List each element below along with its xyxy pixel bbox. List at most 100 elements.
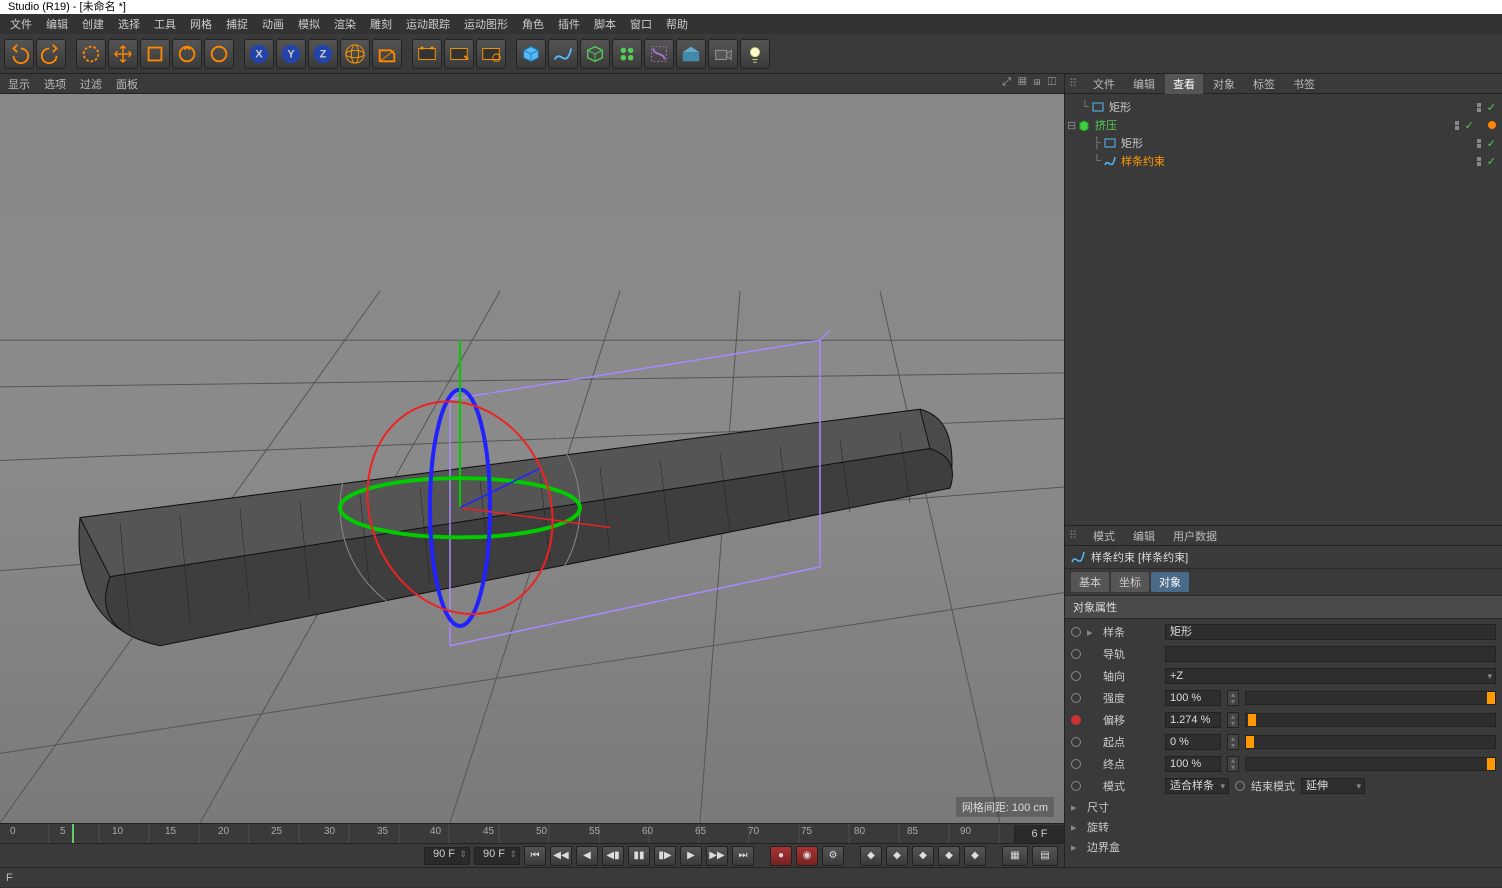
tree-row-rectangle-1[interactable]: └ 矩形 ✓: [1067, 98, 1500, 116]
move-tool-icon[interactable]: [108, 39, 138, 69]
axis-z-icon[interactable]: Z: [308, 39, 338, 69]
key-pla-icon[interactable]: ◆: [964, 846, 986, 866]
scale-tool-icon[interactable]: [140, 39, 170, 69]
tree-label[interactable]: 矩形: [1109, 99, 1131, 115]
keyframe-dot[interactable]: [1071, 781, 1081, 791]
camera-icon[interactable]: [708, 39, 738, 69]
key-rot-icon[interactable]: ◆: [912, 846, 934, 866]
coordinate-system-icon[interactable]: [340, 39, 370, 69]
panel-grip-icon[interactable]: ⠿: [1069, 77, 1083, 90]
keyframe-dot[interactable]: [1071, 671, 1081, 681]
menu-plugins[interactable]: 插件: [552, 16, 586, 32]
menu-sculpt[interactable]: 雕刻: [364, 16, 398, 32]
visibility-toggle[interactable]: [1477, 139, 1483, 148]
tree-row-spline-wrap[interactable]: └ 样条约束 ✓: [1067, 152, 1500, 170]
attr-tab-mode[interactable]: 模式: [1085, 526, 1123, 546]
strength-input[interactable]: 100 %: [1165, 690, 1221, 706]
light-icon[interactable]: [740, 39, 770, 69]
panel-grip-icon[interactable]: ⠿: [1069, 529, 1083, 542]
menu-select[interactable]: 选择: [112, 16, 146, 32]
tag-icon[interactable]: [1488, 121, 1496, 129]
subtab-basic[interactable]: 基本: [1071, 572, 1109, 592]
environment-icon[interactable]: [676, 39, 706, 69]
end-input[interactable]: 100 %: [1165, 756, 1221, 772]
deformer-icon[interactable]: [644, 39, 674, 69]
keyframe-dot-animated[interactable]: [1071, 715, 1081, 725]
start-input[interactable]: 0 %: [1165, 734, 1221, 750]
menu-simulate[interactable]: 模拟: [292, 16, 326, 32]
next-key-icon[interactable]: ▶▶: [706, 846, 728, 866]
axis-y-icon[interactable]: Y: [276, 39, 306, 69]
vp-menu-filter[interactable]: 过滤: [80, 76, 102, 92]
keyframe-options-icon[interactable]: ⚙: [822, 846, 844, 866]
axis-mode-icon[interactable]: [372, 39, 402, 69]
tree-label[interactable]: 样条约束: [1121, 153, 1165, 169]
next-frame-icon[interactable]: ▶: [680, 846, 702, 866]
endmode-dropdown[interactable]: 延伸: [1301, 778, 1365, 794]
attr-tab-userdata[interactable]: 用户数据: [1165, 526, 1225, 546]
spline-primitive-icon[interactable]: [548, 39, 578, 69]
goto-start-icon[interactable]: ⏮: [524, 846, 546, 866]
fold-size[interactable]: ▸尺寸: [1065, 797, 1502, 817]
rotate-tool-icon[interactable]: [172, 39, 202, 69]
strength-slider[interactable]: [1245, 691, 1496, 705]
timeline-ruler[interactable]: 0 5 10 15 20 25 30 35 40 45 50 55 60 65 …: [0, 823, 1064, 843]
enable-toggle[interactable]: ✓: [1465, 119, 1474, 132]
prev-key-icon[interactable]: ◀◀: [550, 846, 572, 866]
live-select-icon[interactable]: [76, 39, 106, 69]
spinner[interactable]: ▴▾: [1227, 690, 1239, 706]
playhead[interactable]: [72, 824, 74, 843]
render-picture-viewer-icon[interactable]: [444, 39, 474, 69]
keyframe-dot[interactable]: [1071, 649, 1081, 659]
spline-link-field[interactable]: 矩形: [1165, 624, 1496, 640]
spinner[interactable]: ▴▾: [1227, 712, 1239, 728]
axis-x-icon[interactable]: X: [244, 39, 274, 69]
menu-file[interactable]: 文件: [4, 16, 38, 32]
menu-mograph[interactable]: 运动图形: [458, 16, 514, 32]
tree-row-extrude[interactable]: ⊟ 挤压 ✓: [1067, 116, 1500, 134]
render-view-icon[interactable]: [412, 39, 442, 69]
subtab-coord[interactable]: 坐标: [1111, 572, 1149, 592]
cube-primitive-icon[interactable]: [516, 39, 546, 69]
om-tab-view[interactable]: 查看: [1165, 74, 1203, 94]
render-settings-icon[interactable]: [476, 39, 506, 69]
autokey-icon[interactable]: ◉: [796, 846, 818, 866]
offset-input[interactable]: 1.274 %: [1165, 712, 1221, 728]
om-tab-edit[interactable]: 编辑: [1125, 74, 1163, 94]
menu-snap[interactable]: 捕捉: [220, 16, 254, 32]
keyframe-dot[interactable]: [1071, 627, 1081, 637]
end-slider[interactable]: [1245, 757, 1496, 771]
timeline-fcurve-icon[interactable]: ▤: [1032, 846, 1058, 866]
key-param-icon[interactable]: ◆: [938, 846, 960, 866]
om-tab-file[interactable]: 文件: [1085, 74, 1123, 94]
rail-link-field[interactable]: [1165, 646, 1496, 662]
menu-character[interactable]: 角色: [516, 16, 550, 32]
menu-script[interactable]: 脚本: [588, 16, 622, 32]
record-icon[interactable]: ●: [770, 846, 792, 866]
keyframe-dot[interactable]: [1071, 693, 1081, 703]
play-forward-icon[interactable]: ▮▶: [654, 846, 676, 866]
fold-bbox[interactable]: ▸边界盒: [1065, 837, 1502, 857]
mode-dropdown[interactable]: 适合样条: [1165, 778, 1229, 794]
enable-toggle[interactable]: ✓: [1487, 101, 1496, 114]
end-frame-input[interactable]: 90 F: [474, 847, 520, 865]
menu-tools[interactable]: 工具: [148, 16, 182, 32]
visibility-toggle[interactable]: [1477, 157, 1483, 166]
tree-label[interactable]: 矩形: [1121, 135, 1143, 151]
om-tab-bookmarks[interactable]: 书签: [1285, 74, 1323, 94]
menu-window[interactable]: 窗口: [624, 16, 658, 32]
enable-toggle[interactable]: ✓: [1487, 155, 1496, 168]
subtab-object[interactable]: 对象: [1151, 572, 1189, 592]
mograph-icon[interactable]: [612, 39, 642, 69]
visibility-toggle[interactable]: [1477, 103, 1483, 112]
menu-motion-track[interactable]: 运动跟踪: [400, 16, 456, 32]
goto-end-icon[interactable]: ⏭: [732, 846, 754, 866]
timeline-dopesheet-icon[interactable]: ▦: [1002, 846, 1028, 866]
keyframe-dot[interactable]: [1071, 737, 1081, 747]
keyframe-dot[interactable]: [1235, 781, 1245, 791]
prev-frame-icon[interactable]: ◀: [576, 846, 598, 866]
axis-dropdown[interactable]: +Z: [1165, 668, 1496, 684]
keyframe-dot[interactable]: [1071, 759, 1081, 769]
menu-create[interactable]: 创建: [76, 16, 110, 32]
menu-animate[interactable]: 动画: [256, 16, 290, 32]
